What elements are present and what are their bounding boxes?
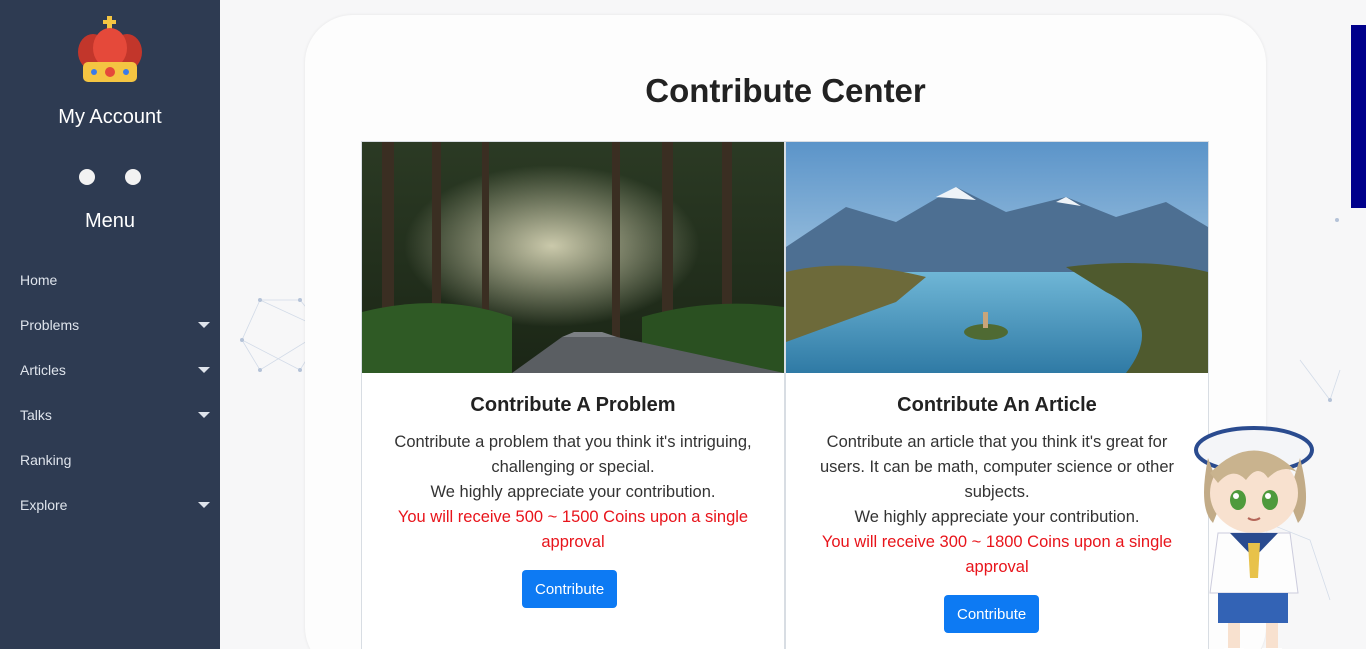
mountain-lake-image xyxy=(786,142,1208,373)
contribute-center-card: Contribute Center Contribute A Problem C… xyxy=(305,15,1266,649)
sidebar-item-explore[interactable]: Explore xyxy=(0,482,220,527)
sidebar-item-label: Problems xyxy=(20,316,80,333)
dot-indicator xyxy=(125,169,141,185)
contribute-problem-button[interactable]: Contribute xyxy=(522,570,618,608)
appreciation-text: We highly appreciate your contribution. xyxy=(430,483,716,501)
sidebar-item-label: Ranking xyxy=(20,451,72,468)
right-edge-strip xyxy=(1351,25,1366,208)
sidebar-item-problems[interactable]: Problems xyxy=(0,302,220,347)
appreciation-text: We highly appreciate your contribution. xyxy=(854,508,1140,526)
sidebar-nav: Home Problems Articles Talks Ranking Exp… xyxy=(0,257,220,527)
sidebar-item-label: Articles xyxy=(20,361,66,378)
description-text: Contribute an article that you think it'… xyxy=(819,433,1174,501)
sidebar-item-home[interactable]: Home xyxy=(0,257,220,302)
contribute-article-title: Contribute An Article xyxy=(897,394,1097,416)
contribute-article-button[interactable]: Contribute xyxy=(944,595,1040,633)
caret-down-icon xyxy=(198,321,210,328)
sidebar: My Account Menu Home Problems Articles T… xyxy=(0,0,220,649)
reward-text: You will receive 300 ~ 1800 Coins upon a… xyxy=(821,533,1173,576)
dot-indicator xyxy=(79,169,95,185)
description-text: Contribute a problem that you think it's… xyxy=(394,433,752,476)
my-account-title[interactable]: My Account xyxy=(0,106,220,129)
sidebar-item-label: Explore xyxy=(20,496,68,513)
contribute-article-description: Contribute an article that you think it'… xyxy=(802,430,1192,580)
contribute-problem-description: Contribute a problem that you think it's… xyxy=(378,430,768,555)
mascot-character-image[interactable] xyxy=(1188,418,1323,649)
contribute-article-panel: Contribute An Article Contribute an arti… xyxy=(785,141,1209,649)
reward-text: You will receive 500 ~ 1500 Coins upon a… xyxy=(397,508,749,551)
page-title: Contribute Center xyxy=(645,72,926,109)
contribute-problem-title: Contribute A Problem xyxy=(470,394,676,416)
sidebar-dots xyxy=(0,169,220,185)
caret-down-icon xyxy=(198,501,210,508)
crown-icon xyxy=(78,16,142,82)
sidebar-item-articles[interactable]: Articles xyxy=(0,347,220,392)
sidebar-item-label: Talks xyxy=(20,406,52,423)
caret-down-icon xyxy=(198,366,210,373)
forest-road-image xyxy=(362,142,784,373)
menu-title: Menu xyxy=(84,210,136,232)
caret-down-icon xyxy=(198,411,210,418)
sidebar-item-talks[interactable]: Talks xyxy=(0,392,220,437)
sidebar-item-label: Home xyxy=(20,271,58,288)
contribute-problem-panel: Contribute A Problem Contribute a proble… xyxy=(361,141,785,649)
sidebar-item-ranking[interactable]: Ranking xyxy=(0,437,220,482)
